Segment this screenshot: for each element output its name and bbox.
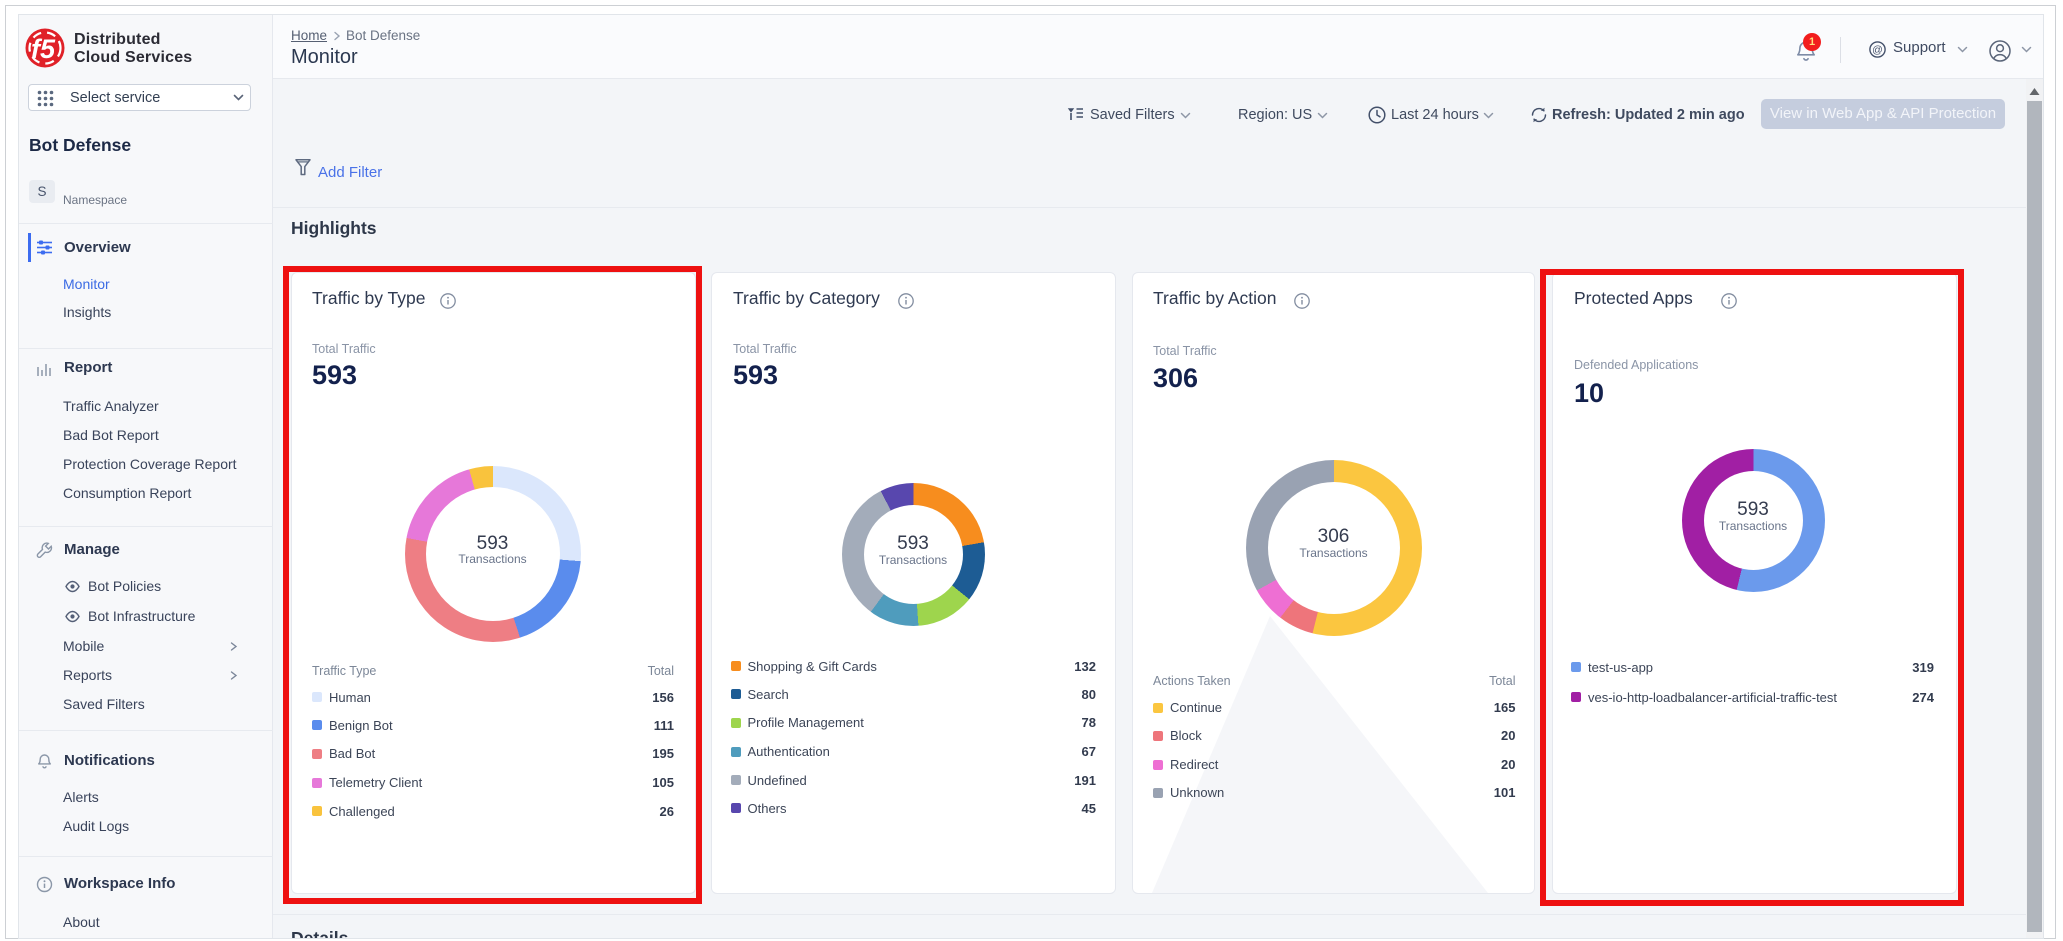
svg-text:@: @ bbox=[1872, 44, 1883, 56]
svg-text:f5: f5 bbox=[31, 34, 56, 64]
